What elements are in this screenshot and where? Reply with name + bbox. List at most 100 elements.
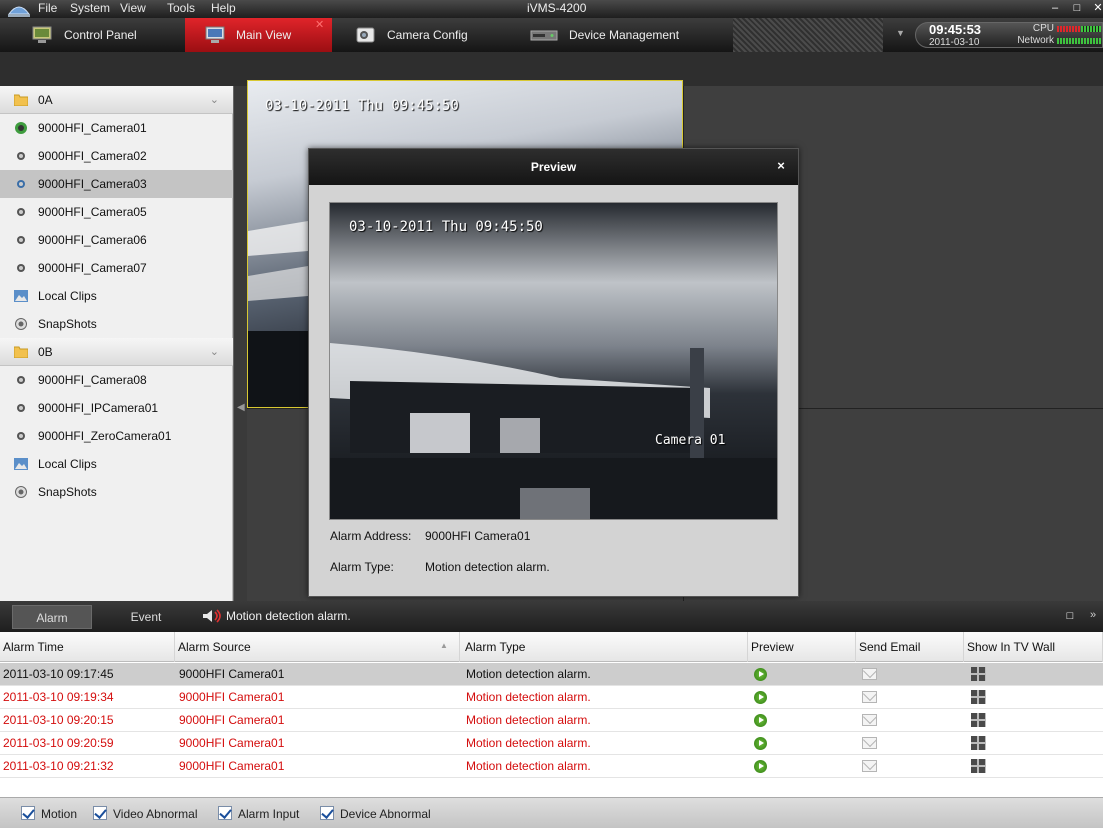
table-row[interactable]: 2011-03-10 09:21:32 9000HFI Camera01 Mot… <box>0 755 1103 778</box>
app-logo-icon <box>8 6 30 17</box>
menu-system[interactable]: System <box>70 1 110 15</box>
menu-file[interactable]: File <box>38 1 57 15</box>
tree-item-ipcamera01[interactable]: 9000HFI_IPCamera01 <box>0 394 233 422</box>
video-abnormal-checkbox[interactable] <box>93 806 107 820</box>
tab-device-management[interactable]: Device Management <box>516 18 733 52</box>
tree-item-camera08[interactable]: 9000HFI_Camera08 <box>0 366 233 394</box>
tree-item-camera01[interactable]: 9000HFI_Camera01 <box>0 114 233 142</box>
tab-camera-config[interactable]: Camera Config <box>332 18 516 52</box>
chevron-down-icon[interactable]: ⌄ <box>210 86 219 114</box>
maximize-icon[interactable]: □ <box>1069 2 1085 16</box>
play-icon[interactable] <box>754 760 767 773</box>
camera-config-icon <box>356 27 375 43</box>
tree-item-snapshots[interactable]: SnapShots <box>0 310 233 338</box>
tree-item-camera05[interactable]: 9000HFI_Camera05 <box>0 198 233 226</box>
camera-icon <box>17 236 25 244</box>
speaker-icon[interactable] <box>201 608 223 624</box>
col-send-email[interactable]: Send Email <box>856 632 964 662</box>
device-tree: 0A ⌄ 9000HFI_Camera01 9000HFI_Camera02 9… <box>0 86 233 601</box>
motion-checkbox[interactable] <box>21 806 35 820</box>
tree-item-camera07[interactable]: 9000HFI_Camera07 <box>0 254 233 282</box>
col-alarm-type[interactable]: Alarm Type <box>462 632 748 662</box>
alarm-time-cell: 2011-03-10 09:20:15 <box>3 713 114 727</box>
maximize-icon[interactable]: □ <box>1062 609 1078 623</box>
filter-label: Alarm Input <box>238 807 300 821</box>
tree-label: Local Clips <box>38 289 97 303</box>
alarm-type-label: Alarm Type: <box>330 560 394 574</box>
tree-label: Local Clips <box>38 457 97 471</box>
tree-item-local-clips-b[interactable]: Local Clips <box>0 450 233 478</box>
tree-item-zerocamera01[interactable]: 9000HFI_ZeroCamera01 <box>0 422 233 450</box>
alarm-filter-bar: Motion Video Abnormal Alarm Input Device… <box>0 797 1103 828</box>
tv-wall-icon[interactable] <box>971 736 986 750</box>
col-alarm-time[interactable]: Alarm Time <box>0 632 175 662</box>
tv-wall-icon[interactable] <box>971 759 986 773</box>
menu-help[interactable]: Help <box>211 1 236 15</box>
tree-item-camera03[interactable]: 9000HFI_Camera03 <box>0 170 233 198</box>
tv-wall-icon[interactable] <box>971 713 986 727</box>
tab-bar-filler <box>733 18 883 52</box>
network-label: Network <box>1017 35 1054 46</box>
play-icon[interactable] <box>754 691 767 704</box>
tree-group-0a[interactable]: 0A ⌄ <box>0 86 233 114</box>
alarm-type-value: Motion detection alarm. <box>425 560 550 574</box>
app-window: File System View Tools Help iVMS-4200 – … <box>0 0 1103 828</box>
table-row[interactable]: 2011-03-10 09:19:34 9000HFI Camera01 Mot… <box>0 686 1103 709</box>
chevron-down-icon[interactable]: ⌄ <box>210 338 219 366</box>
window-title: iVMS-4200 <box>527 1 587 15</box>
col-alarm-source[interactable]: Alarm Source <box>175 632 460 662</box>
alarm-message: Motion detection alarm. <box>226 609 351 623</box>
table-row[interactable]: 2011-03-10 09:17:45 9000HFI Camera01 Mot… <box>0 663 1103 686</box>
email-icon[interactable] <box>862 737 877 749</box>
device-abnormal-checkbox[interactable] <box>320 806 334 820</box>
tab-main-view[interactable]: Main View ✕ <box>185 18 332 52</box>
menu-view[interactable]: View <box>120 1 146 15</box>
camera-active-icon <box>15 122 27 134</box>
email-icon[interactable] <box>862 691 877 703</box>
col-preview[interactable]: Preview <box>748 632 856 662</box>
status-dropdown-icon[interactable]: ▼ <box>896 28 905 38</box>
device-management-icon <box>530 30 558 41</box>
play-icon[interactable] <box>754 668 767 681</box>
tab-close-icon[interactable]: ✕ <box>315 8 324 42</box>
main-view-icon <box>205 26 225 43</box>
tree-item-camera02[interactable]: 9000HFI_Camera02 <box>0 142 233 170</box>
tab-alarm[interactable]: Alarm <box>12 605 92 629</box>
alarm-type-cell: Motion detection alarm. <box>466 713 591 727</box>
tree-label: 9000HFI_Camera03 <box>38 177 147 191</box>
tree-label: 0B <box>38 345 53 359</box>
alarm-source-cell: 9000HFI Camera01 <box>179 690 285 704</box>
tab-event[interactable]: Event <box>104 605 188 629</box>
alarm-source-cell: 9000HFI Camera01 <box>179 759 285 773</box>
email-icon[interactable] <box>862 714 877 726</box>
tree-item-local-clips[interactable]: Local Clips <box>0 282 233 310</box>
email-icon[interactable] <box>862 668 877 680</box>
tree-item-snapshots-b[interactable]: SnapShots <box>0 478 233 506</box>
tree-splitter[interactable]: ◀ <box>233 86 247 601</box>
play-icon[interactable] <box>754 714 767 727</box>
close-icon[interactable]: × <box>774 159 788 173</box>
tv-wall-icon[interactable] <box>971 667 986 681</box>
table-row[interactable]: 2011-03-10 09:20:15 9000HFI Camera01 Mot… <box>0 709 1103 732</box>
col-show-in-tv-wall[interactable]: Show In TV Wall <box>964 632 1103 662</box>
tab-label: Device Management <box>569 28 680 42</box>
alarm-input-checkbox[interactable] <box>218 806 232 820</box>
tree-group-0b[interactable]: 0B ⌄ <box>0 338 233 366</box>
module-tab-bar: Control Panel Main View ✕ Camera Config <box>0 18 1103 52</box>
close-icon[interactable]: ✕ <box>1090 2 1103 16</box>
camera-icon <box>17 376 25 384</box>
filter-label: Motion <box>41 807 78 821</box>
play-icon[interactable] <box>754 737 767 750</box>
email-icon[interactable] <box>862 760 877 772</box>
alarm-address-label: Alarm Address: <box>330 529 412 543</box>
menu-tools[interactable]: Tools <box>167 1 195 15</box>
collapse-arrow-icon[interactable]: ◀ <box>237 402 245 413</box>
minimize-icon[interactable]: – <box>1047 2 1063 16</box>
double-chevron-icon[interactable]: » <box>1090 609 1103 623</box>
alarm-type-cell: Motion detection alarm. <box>466 690 591 704</box>
tv-wall-icon[interactable] <box>971 690 986 704</box>
tree-item-camera06[interactable]: 9000HFI_Camera06 <box>0 226 233 254</box>
tab-control-panel[interactable]: Control Panel <box>0 18 185 52</box>
camera-icon <box>17 152 25 160</box>
table-row[interactable]: 2011-03-10 09:20:59 9000HFI Camera01 Mot… <box>0 732 1103 755</box>
